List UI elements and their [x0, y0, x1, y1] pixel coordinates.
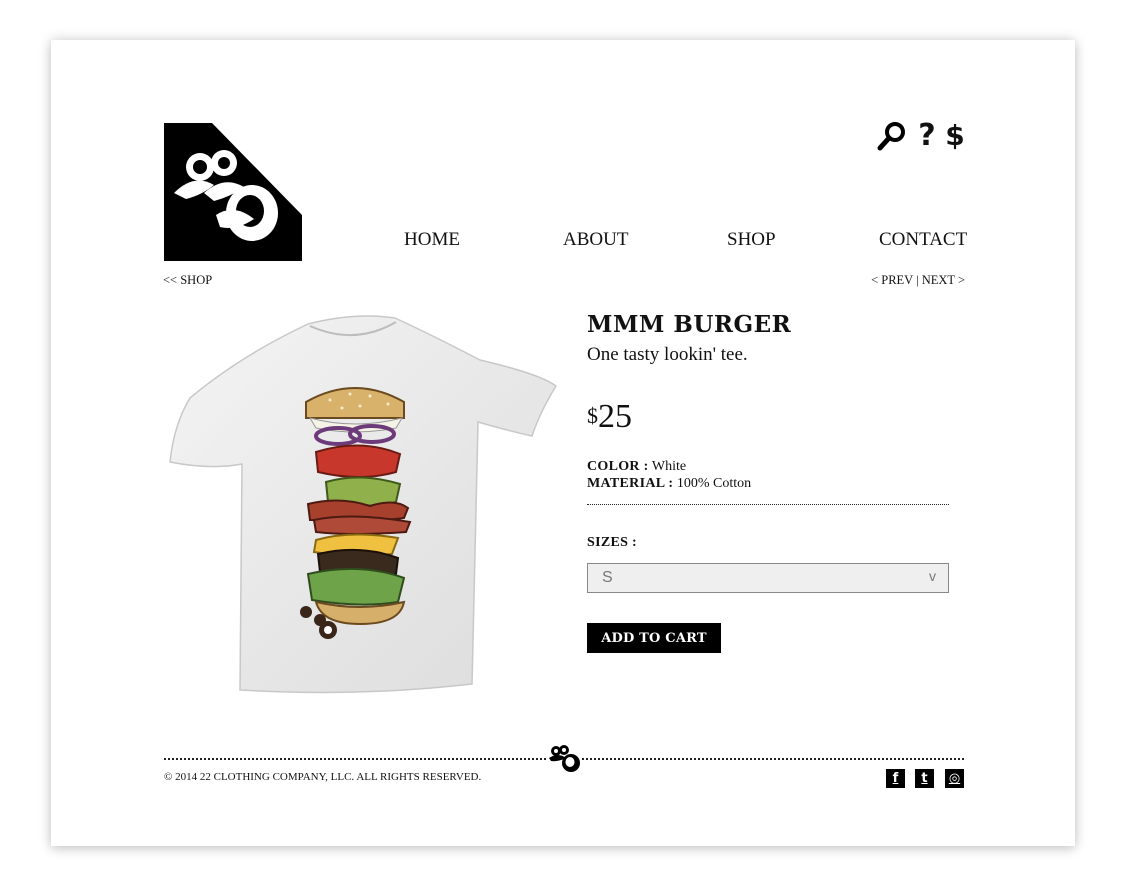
- info-divider: [587, 504, 949, 505]
- copyright-text: © 2014 22 CLOTHING COMPANY, LLC. ALL RIG…: [164, 771, 482, 783]
- product-title: MMM BURGER: [587, 311, 792, 338]
- breadcrumb: << SHOP: [163, 273, 212, 288]
- cart-icon[interactable]: $: [944, 118, 966, 154]
- prev-link[interactable]: < PREV: [871, 273, 913, 287]
- product-image: [169, 315, 557, 694]
- price-amount: 25: [598, 398, 632, 435]
- product-price: $25: [587, 398, 632, 436]
- pager-separator: |: [916, 273, 919, 287]
- footer-divider-right: [582, 758, 964, 760]
- size-select[interactable]: S v: [587, 563, 949, 593]
- next-link[interactable]: NEXT >: [922, 273, 965, 287]
- twitter-icon[interactable]: t: [915, 769, 934, 788]
- footer-logo-mark: [549, 745, 580, 772]
- sizes-label: SIZES :: [587, 535, 637, 550]
- size-select-value: S: [602, 569, 613, 586]
- back-to-shop-link[interactable]: << SHOP: [163, 273, 212, 287]
- price-currency: $: [587, 403, 598, 428]
- add-to-cart-button[interactable]: ADD TO CART: [587, 623, 721, 653]
- color-value: White: [651, 459, 687, 474]
- instagram-icon[interactable]: ◎: [945, 769, 964, 788]
- nav-home[interactable]: HOME: [404, 229, 460, 251]
- product-color: COLOR : White: [587, 459, 686, 475]
- help-icon[interactable]: ?: [914, 118, 940, 154]
- material-value: 100% Cotton: [676, 476, 752, 491]
- product-tagline: One tasty lookin' tee.: [587, 344, 748, 365]
- nav-contact[interactable]: CONTACT: [879, 229, 967, 251]
- facebook-icon[interactable]: f: [886, 769, 905, 788]
- chevron-down-icon: v: [929, 568, 936, 584]
- nav-shop[interactable]: SHOP: [727, 229, 776, 251]
- product-material: MATERIAL : 100% Cotton: [587, 476, 751, 492]
- color-label: COLOR :: [587, 459, 649, 474]
- nav-about[interactable]: ABOUT: [563, 229, 628, 251]
- footer-divider-left: [164, 758, 546, 760]
- product-pager: < PREV | NEXT >: [870, 273, 965, 288]
- material-label: MATERIAL :: [587, 476, 674, 491]
- brand-logo[interactable]: [164, 123, 302, 261]
- search-icon[interactable]: [876, 118, 908, 154]
